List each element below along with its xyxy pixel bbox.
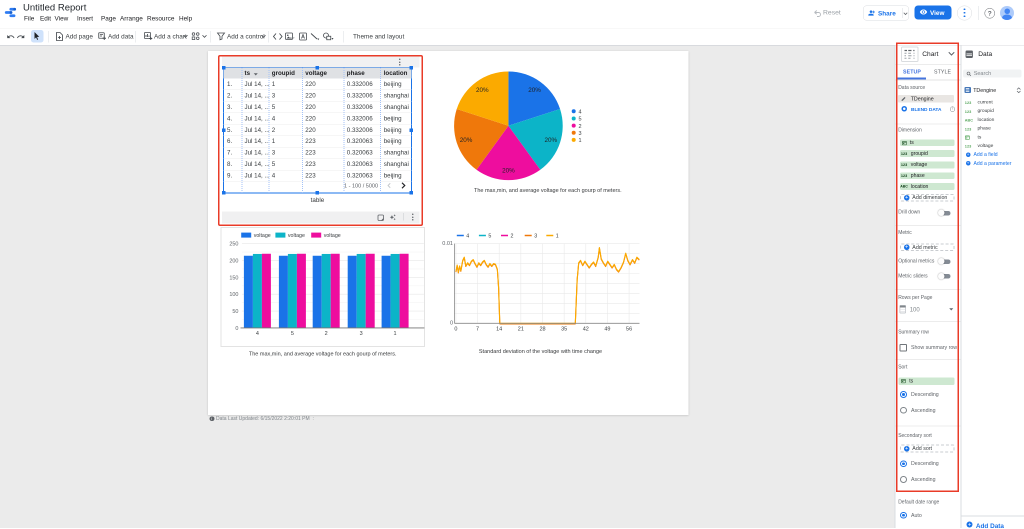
svg-text:2: 2 <box>325 331 328 337</box>
svg-text:7: 7 <box>476 326 479 332</box>
svg-text:1: 1 <box>394 331 397 337</box>
svg-text:3: 3 <box>360 331 363 337</box>
svg-text:21: 21 <box>518 326 524 332</box>
svg-text:14: 14 <box>496 326 502 332</box>
svg-text:56: 56 <box>626 326 632 332</box>
svg-text:20%: 20% <box>544 137 557 144</box>
svg-text:20%: 20% <box>528 87 541 94</box>
svg-text:49: 49 <box>604 326 610 332</box>
svg-text:100: 100 <box>229 292 238 298</box>
svg-text:1: 1 <box>579 138 582 144</box>
svg-text:4: 4 <box>466 234 469 240</box>
svg-text:20%: 20% <box>460 137 473 144</box>
svg-text:150: 150 <box>229 275 238 281</box>
svg-text:3: 3 <box>534 234 537 240</box>
svg-text:voltage: voltage <box>324 233 341 239</box>
svg-text:4: 4 <box>256 331 259 337</box>
svg-text:5: 5 <box>488 234 491 240</box>
svg-text:20%: 20% <box>502 168 515 175</box>
svg-text:4: 4 <box>579 110 582 116</box>
svg-text:5: 5 <box>579 117 582 123</box>
svg-text:50: 50 <box>232 309 238 315</box>
svg-text:3: 3 <box>579 131 582 137</box>
svg-text:2: 2 <box>511 234 514 240</box>
svg-text:35: 35 <box>561 326 567 332</box>
svg-text:2: 2 <box>579 124 582 130</box>
svg-text:5: 5 <box>291 331 294 337</box>
svg-text:20%: 20% <box>476 87 489 94</box>
svg-text:250: 250 <box>229 241 238 247</box>
svg-text:28: 28 <box>539 326 545 332</box>
svg-text:voltage: voltage <box>288 233 305 239</box>
svg-text:42: 42 <box>583 326 589 332</box>
svg-text:voltage: voltage <box>254 233 271 239</box>
svg-text:0: 0 <box>450 321 453 327</box>
svg-text:0: 0 <box>454 326 457 332</box>
svg-text:0: 0 <box>236 326 239 332</box>
svg-text:1: 1 <box>556 234 559 240</box>
svg-text:200: 200 <box>229 258 238 264</box>
svg-text:0.01: 0.01 <box>442 241 453 247</box>
